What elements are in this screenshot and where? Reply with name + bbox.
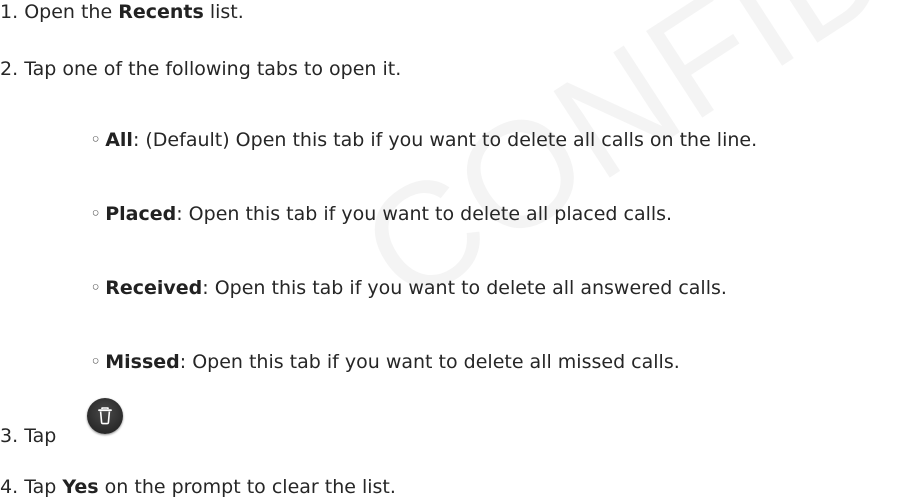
tab-description: : Open this tab if you want to delete al…: [179, 351, 680, 373]
tab-name: Received: [105, 277, 203, 299]
tab-name: Placed: [105, 203, 177, 225]
tab-item-missed: ◦ Missed: Open this tab if you want to de…: [90, 351, 680, 374]
step-text: Tap: [24, 476, 57, 498]
bullet: ◦: [90, 129, 102, 151]
tab-item-placed: ◦ Placed: Open this tab if you want to de…: [90, 203, 672, 226]
step-text: Tap: [24, 425, 57, 447]
bullet: ◦: [90, 277, 102, 299]
step-text: Tap one of the following tabs to open it…: [24, 58, 402, 80]
tab-description: : Open this tab if you want to delete al…: [176, 203, 673, 225]
step-text: on the prompt to clear the list.: [104, 476, 396, 498]
step-number: 1.: [0, 1, 19, 23]
bullet: ◦: [90, 351, 102, 373]
bullet: ◦: [90, 203, 102, 225]
step-number: 2.: [0, 58, 19, 80]
step-text: list.: [209, 1, 244, 23]
step-1: 1. Open the Recents list.: [0, 1, 244, 24]
delete-button[interactable]: [87, 398, 123, 434]
step-2: 2. Tap one of the following tabs to open…: [0, 58, 401, 81]
step-number: 3.: [0, 425, 19, 447]
tab-description: : (Default) Open this tab if you want to…: [132, 129, 758, 151]
recents-label: Recents: [118, 1, 204, 23]
step-4: 4. Tap Yes on the prompt to clear the li…: [0, 476, 396, 499]
tab-description: : Open this tab if you want to delete al…: [202, 277, 727, 299]
tab-name: Missed: [105, 351, 180, 373]
step-text: Open the: [24, 1, 113, 23]
trash-icon: [98, 407, 112, 425]
step-number: 4.: [0, 476, 19, 498]
tab-name: All: [105, 129, 133, 151]
yes-label: Yes: [62, 476, 99, 498]
tab-item-received: ◦ Received: Open this tab if you want to …: [90, 277, 727, 300]
tab-item-all: ◦ All: (Default) Open this tab if you wan…: [90, 129, 757, 152]
step-3: 3. Tap: [0, 425, 56, 448]
